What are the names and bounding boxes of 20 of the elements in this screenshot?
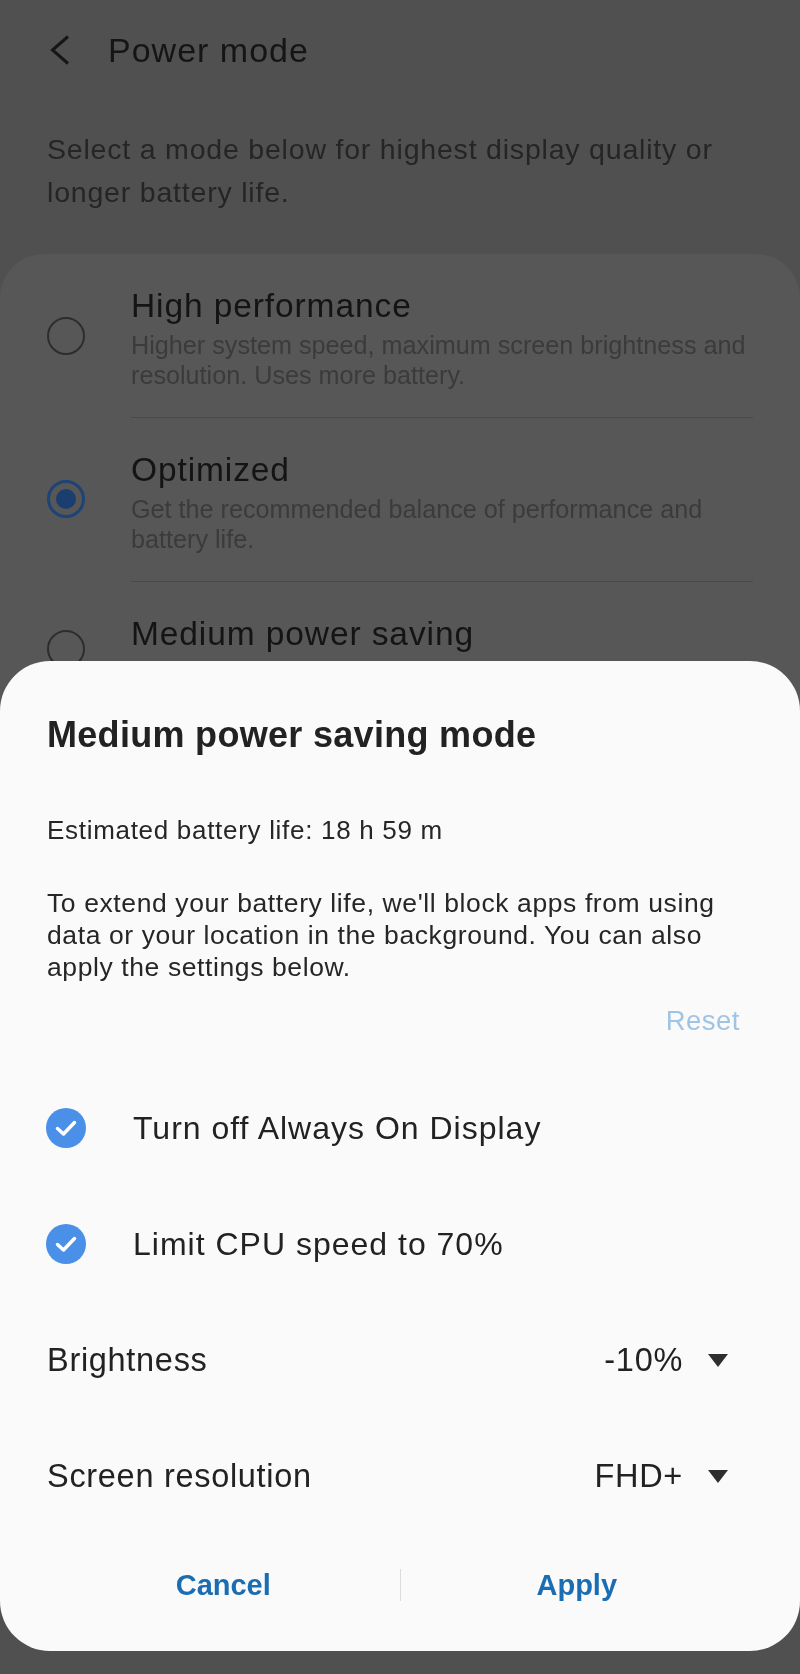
apply-button[interactable]: Apply <box>516 1560 638 1610</box>
checkbox[interactable] <box>46 1224 86 1264</box>
value-dropdown[interactable]: -10% <box>604 1341 728 1379</box>
dialog-message: To extend your battery life, we'll block apps from using data or your location in the background. You can also apply the settings below. <box>47 887 716 983</box>
setting-label: Brightness <box>47 1341 208 1379</box>
chevron-left-icon <box>50 35 70 65</box>
caret-down-icon <box>708 1469 728 1483</box>
radio-button[interactable] <box>47 316 85 355</box>
value-dropdown[interactable]: FHD+ <box>594 1457 728 1495</box>
checkbox[interactable] <box>46 1108 86 1148</box>
option-label: Limit CPU speed to 70% <box>133 1225 504 1263</box>
dialog-title: Medium power saving mode <box>47 713 538 757</box>
back-button[interactable] <box>50 35 70 65</box>
caret-down-icon <box>708 1353 728 1367</box>
cancel-button[interactable]: Cancel <box>155 1560 291 1610</box>
option-label: Turn off Always On Display <box>133 1109 542 1147</box>
page-title: Power mode <box>108 30 309 70</box>
radio-button[interactable] <box>47 480 85 518</box>
battery-estimate: Estimated battery life: 18 h 59 m <box>47 814 444 846</box>
setting-label: Screen resolution <box>47 1457 312 1495</box>
